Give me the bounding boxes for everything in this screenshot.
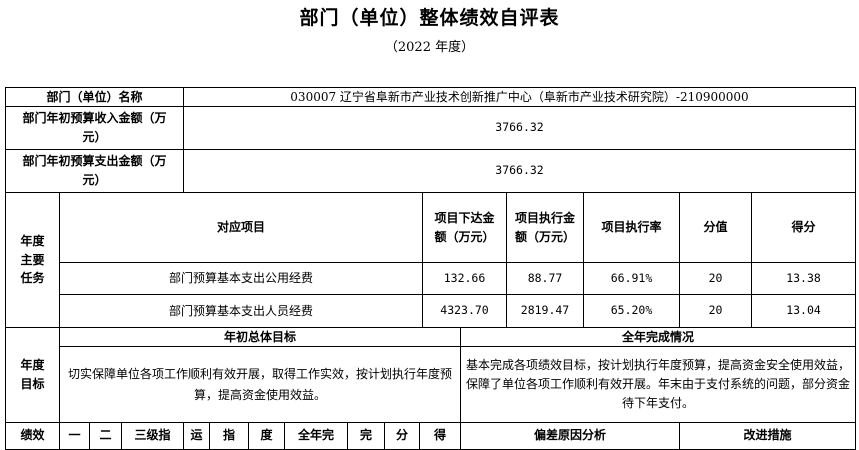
tasks-header-executed: 项目执行金额（万元） [506, 192, 584, 263]
goals-completion-header: 全年完成情况 [460, 327, 856, 347]
task-row-1-executed: 88.77 [506, 262, 584, 295]
dept-name-label-text: 部门（单位）名称 [46, 89, 143, 104]
perf-col-level3: 三级指 [121, 422, 184, 450]
income-label: 部门年初预算收入金额（万元） [5, 106, 184, 150]
task-row-1-weight: 20 [679, 262, 752, 295]
goals-initial-header: 年初总体目标 [59, 327, 461, 347]
perf-col-score: 得 [419, 422, 461, 450]
income-label-text: 部门年初预算收入金额（万元） [22, 111, 167, 144]
tasks-header-score: 得分 [751, 192, 856, 263]
perf-label: 绩效 [5, 422, 60, 450]
task-row-1-rate: 66.91% [583, 262, 680, 295]
perf-col-level2: 二 [89, 422, 122, 450]
expense-label: 部门年初预算支出金额（万元） [5, 149, 184, 193]
perf-col-index: 指 [209, 422, 249, 450]
perf-col-complete: 完 [347, 422, 385, 450]
goals-initial-text: 切实保障单位各项工作顺利有效开展，取得工作实效，按计划执行年度预算，提高资金使用… [59, 346, 461, 423]
perf-col-annual: 全年完 [284, 422, 348, 450]
perf-col-degree: 度 [248, 422, 285, 450]
expense-value: 3766.32 [183, 149, 856, 193]
task-row-2-project: 部门预算基本支出人员经费 [59, 294, 423, 328]
dept-name-value-text: 030007 辽宁省阜新市产业技术创新推广中心（阜新市产业技术研究院）-2109… [290, 89, 749, 104]
tasks-header-rate: 项目执行率 [583, 192, 680, 263]
page-title: 部门（单位）整体绩效自评表 [299, 7, 560, 29]
perf-col-points: 分 [384, 422, 420, 450]
goals-completion-text: 基本完成各项绩效目标，按计划执行年度预算，提高资金安全使用效益，保障了单位各项工… [460, 346, 856, 423]
dept-name-label: 部门（单位）名称 [5, 87, 184, 107]
task-row-2-score: 13.04 [751, 294, 856, 328]
task-row-2-executed: 2819.47 [506, 294, 584, 328]
tasks-header-allocated: 项目下达金额（万元） [422, 192, 507, 263]
tasks-header-weight: 分值 [679, 192, 752, 263]
page-subtitle: （2022 年度） [384, 40, 475, 55]
expense-label-text: 部门年初预算支出金额（万元） [22, 154, 167, 187]
perf-col-deviation: 偏差原因分析 [460, 422, 680, 450]
task-row-1-allocated: 132.66 [422, 262, 507, 295]
task-row-2-weight: 20 [679, 294, 752, 328]
goals-section-label: 年度目标 [5, 327, 60, 423]
tasks-header-project: 对应项目 [59, 192, 423, 263]
tasks-section-label-text: 年度主要任务 [20, 234, 45, 286]
expense-value-text: 3766.32 [495, 163, 544, 178]
tasks-section-label: 年度主要任务 [5, 192, 60, 328]
perf-col-op: 运 [183, 422, 210, 450]
perf-col-level1: 一 [59, 422, 90, 450]
income-value-text: 3766.32 [495, 120, 544, 135]
task-row-1-score: 13.38 [751, 262, 856, 295]
task-row-2-allocated: 4323.70 [422, 294, 507, 328]
task-row-2-rate: 65.20% [583, 294, 680, 328]
task-row-1-project: 部门预算基本支出公用经费 [59, 262, 423, 295]
perf-col-improve: 改进措施 [679, 422, 856, 450]
income-value: 3766.32 [183, 106, 856, 150]
dept-name-value: 030007 辽宁省阜新市产业技术创新推广中心（阜新市产业技术研究院）-2109… [183, 87, 856, 107]
